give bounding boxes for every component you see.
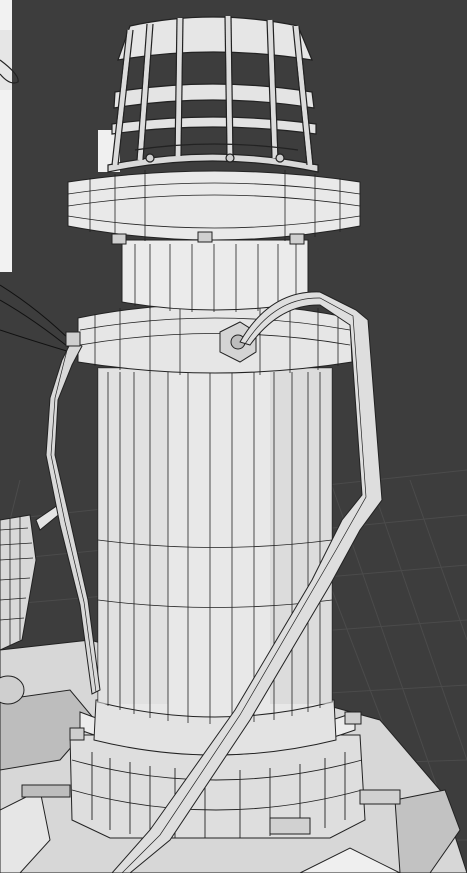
- viewport-canvas: [0, 0, 467, 873]
- top-flange: [67, 170, 361, 245]
- main-cylinder: [97, 367, 333, 724]
- 3d-viewport[interactable]: [0, 0, 467, 873]
- upper-collar: [77, 302, 353, 375]
